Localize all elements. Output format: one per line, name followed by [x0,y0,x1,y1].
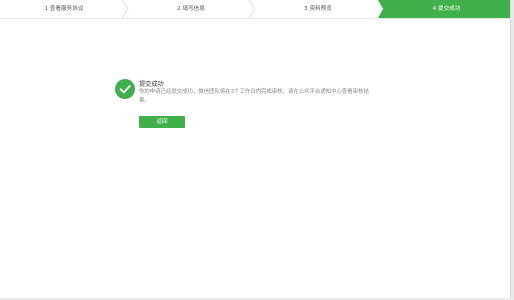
checkmark-icon [115,79,135,99]
step-fill-info: 2 填写信息 [128,0,254,18]
step-separator-icon [122,0,130,18]
back-button[interactable]: 返回 [139,116,185,128]
step-separator-icon [249,0,257,18]
step-label: 2 填写信息 [177,6,205,12]
step-view-agreement: 1 查看服务协议 [0,0,128,18]
success-title: 提交成功 [139,81,164,88]
step-preview: 3 资料预览 [254,0,382,18]
success-description: 你的申请已经提交成功，微信团队将在3个工作日内完成审核，请在公众平台通知中心查看… [139,89,369,104]
step-label: 4 提交成功 [432,6,461,12]
scrollbar[interactable] [510,0,514,300]
step-submit-success: 4 提交成功 [382,0,511,18]
step-label: 3 资料预览 [304,6,332,12]
step-progress-bar: 1 查看服务协议 2 填写信息 3 资料预览 4 提交成功 [0,0,511,19]
step-label: 1 查看服务协议 [44,6,84,12]
